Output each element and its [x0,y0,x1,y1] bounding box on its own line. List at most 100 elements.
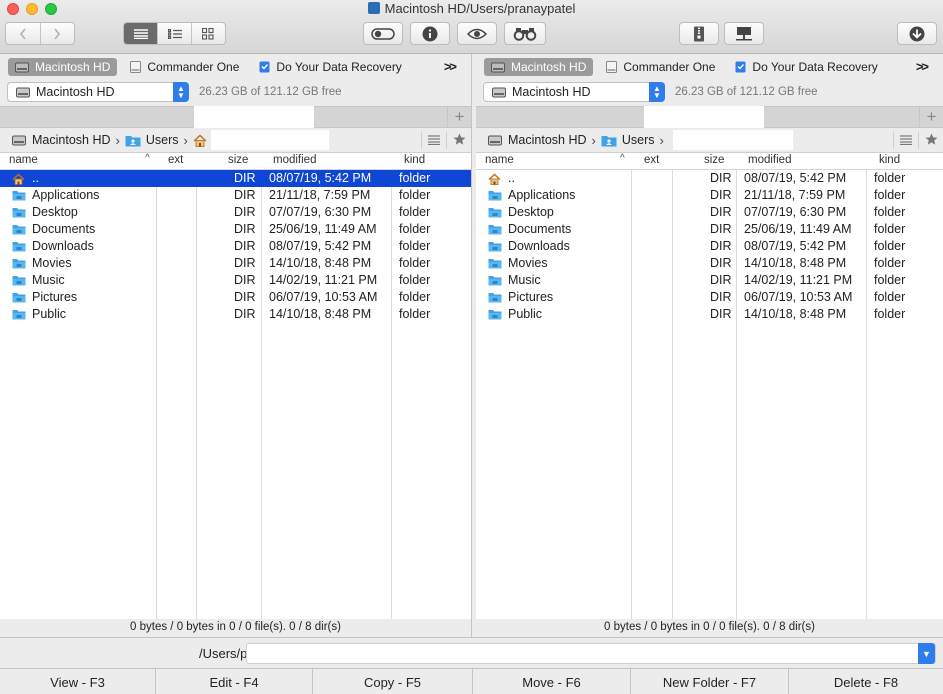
move-f6-button[interactable]: Move - F6 [473,669,631,694]
volume-select[interactable]: Macintosh HD ▲ ▼ [7,82,189,102]
volume-name: Macintosh HD [36,85,115,99]
table-row[interactable]: Documents DIR 25/06/19, 11:49 AM folder [0,221,471,238]
sort-ascending-icon: ^ [620,153,625,164]
file-size: DIR [234,290,256,304]
table-row[interactable]: Desktop DIR 07/07/19, 6:30 PM folder [0,204,471,221]
file-name: Pictures [508,290,554,304]
command-history-dropdown[interactable]: ▼ [918,643,935,664]
table-row[interactable]: Public DIR 14/10/18, 8:48 PM folder [0,306,471,323]
volume-select[interactable]: Macintosh HD ▲ ▼ [483,82,665,102]
table-row[interactable]: Applications DIR 21/11/18, 7:59 PM folder [0,187,471,204]
more-favorites-button[interactable]: >> [916,59,929,74]
breadcrumb-item-users[interactable]: Users [125,133,179,147]
favorite-data-recovery[interactable]: Do Your Data Recovery [728,58,884,76]
table-row[interactable]: Desktop DIR 07/07/19, 6:30 PM folder [476,204,943,221]
command-input[interactable]: ▼ [246,643,936,664]
file-size: DIR [234,307,256,321]
list-view-button[interactable] [124,23,159,44]
hard-drive-icon [488,135,502,145]
favorite-star-button[interactable] [446,131,471,149]
delete-f8-button[interactable]: Delete - F8 [789,669,943,694]
forward-button[interactable] [41,23,75,44]
column-header-kind[interactable]: kind [404,154,425,166]
breadcrumb-item-volume[interactable]: Macintosh HD [488,133,587,147]
info-button[interactable] [410,22,450,45]
file-kind: folder [399,307,431,321]
file-kind: folder [874,307,906,321]
app-icon [367,2,380,14]
list-view-icon [133,28,148,39]
column-header-ext[interactable]: ext [168,154,183,166]
file-name: Documents [32,222,96,236]
file-size: DIR [234,222,256,236]
favorite-commander-one[interactable]: Commander One [123,58,246,76]
hard-drive-icon [12,135,26,145]
column-header-modified[interactable]: modified [273,154,316,166]
details-view-button[interactable] [158,23,192,44]
column-header-size[interactable]: size [704,154,724,166]
archive-button[interactable] [679,22,719,45]
file-rows: .. DIR 08/07/19, 5:42 PM folder Applications… [476,170,943,323]
favorite-star-button[interactable] [918,131,943,149]
column-header-ext[interactable]: ext [644,154,659,166]
more-favorites-button[interactable]: >> [444,59,457,74]
breadcrumb-item-volume[interactable]: Macintosh HD [12,133,111,147]
back-button[interactable] [6,23,41,44]
network-connection-button[interactable] [724,22,764,45]
table-row[interactable]: Movies DIR 14/10/18, 8:48 PM folder [0,255,471,272]
file-kind: folder [399,205,431,219]
preview-button[interactable] [457,22,497,45]
favorite-macintosh-hd[interactable]: Macintosh HD [484,58,594,76]
folder-icon [488,191,502,201]
volume-bar: Macintosh HD ▲ ▼ 26.23 GB of 121.12 GB fr… [476,80,943,106]
breadcrumb-separator: › [115,132,120,148]
hard-drive-icon [15,62,29,72]
favorite-data-recovery[interactable]: Do Your Data Recovery [252,58,408,76]
tab-current[interactable] [194,106,314,128]
table-row[interactable]: Downloads DIR 08/07/19, 5:42 PM folder [0,238,471,255]
search-button[interactable] [504,22,546,45]
column-header-size[interactable]: size [228,154,248,166]
table-row[interactable]: .. DIR 08/07/19, 5:42 PM folder [476,170,943,187]
table-row[interactable]: Music DIR 14/02/19, 11:21 PM folder [476,272,943,289]
column-header-modified[interactable]: modified [748,154,791,166]
column-header-name[interactable]: name [9,154,38,166]
recovery-drive-icon [259,61,270,73]
toggle-hidden-files-button[interactable] [363,22,403,45]
edit-f4-button[interactable]: Edit - F4 [156,669,313,694]
table-row[interactable]: .. DIR 08/07/19, 5:42 PM folder [0,170,471,187]
new-tab-button[interactable]: + [919,106,943,128]
tab-current[interactable] [644,106,764,128]
sort-ascending-icon: ^ [145,153,150,164]
panel-menu-button[interactable] [421,131,446,149]
window-title: Macintosh HD/Users/pranaypatel [0,1,943,16]
table-row[interactable]: Music DIR 14/02/19, 11:21 PM folder [0,272,471,289]
hard-drive-icon [491,62,505,72]
copy-f5-button[interactable]: Copy - F5 [313,669,473,694]
recovery-drive-icon [735,61,746,73]
new-folder-f7-button[interactable]: New Folder - F7 [631,669,789,694]
panel-menu-button[interactable] [893,131,918,149]
table-row[interactable]: Downloads DIR 08/07/19, 5:42 PM folder [476,238,943,255]
column-header-name[interactable]: name [485,154,514,166]
download-button[interactable] [897,22,937,45]
table-row[interactable]: Public DIR 14/10/18, 8:48 PM folder [476,306,943,323]
file-size: DIR [234,239,256,253]
view-f3-button[interactable]: View - F3 [0,669,156,694]
breadcrumb-item-users[interactable]: Users [601,133,655,147]
table-row[interactable]: Applications DIR 21/11/18, 7:59 PM folder [476,187,943,204]
table-row[interactable]: Documents DIR 25/06/19, 11:49 AM folder [476,221,943,238]
table-row[interactable]: Movies DIR 14/10/18, 8:48 PM folder [476,255,943,272]
table-row[interactable]: Pictures DIR 06/07/19, 10:53 AM folder [476,289,943,306]
icon-view-button[interactable] [192,23,225,44]
favorite-macintosh-hd[interactable]: Macintosh HD [8,58,118,76]
column-header-kind[interactable]: kind [879,154,900,166]
file-kind: folder [399,256,431,270]
favorite-commander-one[interactable]: Commander One [599,58,722,76]
new-tab-button[interactable]: + [447,106,471,128]
table-row[interactable]: Pictures DIR 06/07/19, 10:53 AM folder [0,289,471,306]
file-name: .. [32,171,39,185]
star-icon [925,133,937,145]
favorite-label: Commander One [623,60,716,74]
external-drive-icon [130,61,142,73]
